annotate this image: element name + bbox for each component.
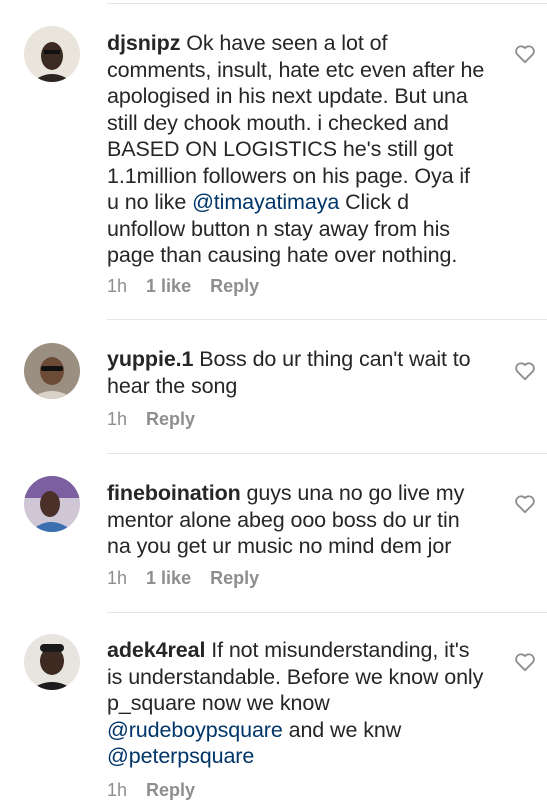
comment-body: Ok have seen a lot of comments, insult, … — [107, 31, 485, 214]
user-avatar-icon[interactable] — [24, 26, 80, 82]
user-avatar-icon[interactable] — [24, 343, 80, 399]
comment-body: and we knw — [282, 717, 402, 742]
reply-button[interactable]: Reply — [210, 568, 259, 588]
comment-username[interactable]: fineboination — [107, 481, 241, 505]
heart-icon[interactable] — [514, 494, 536, 514]
heart-icon[interactable] — [514, 361, 536, 381]
user-avatar-icon[interactable] — [24, 476, 80, 532]
comment-text: adek4real If not misunderstanding, it's … — [107, 637, 487, 770]
comment-username[interactable]: adek4real — [107, 638, 205, 662]
like-count[interactable]: 1 like — [146, 568, 191, 588]
mention-link[interactable]: @peterpsquare — [107, 744, 254, 768]
comment-divider — [107, 453, 547, 454]
comment-text: fineboination guys una no go live my men… — [107, 480, 487, 560]
comment-meta: 1h Reply — [107, 780, 209, 801]
like-count[interactable]: 1 like — [146, 276, 191, 296]
comment-time: 1h — [107, 276, 128, 296]
comment-time: 1h — [107, 780, 128, 800]
user-avatar-icon[interactable] — [24, 634, 80, 690]
heart-icon[interactable] — [514, 44, 536, 64]
comment-username[interactable]: yuppie.1 — [107, 347, 194, 371]
mention-link[interactable]: @timayatimaya — [192, 190, 339, 214]
comment-divider — [107, 319, 547, 320]
comment-text: yuppie.1 Boss do ur thing can't wait to … — [107, 346, 487, 399]
comment-meta: 1h Reply — [107, 409, 209, 430]
heart-icon[interactable] — [514, 652, 536, 672]
mention-link[interactable]: @rudeboypsquare — [107, 718, 283, 742]
reply-button[interactable]: Reply — [146, 780, 195, 800]
reply-button[interactable]: Reply — [210, 276, 259, 296]
comment-divider — [107, 612, 547, 613]
comment-time: 1h — [107, 568, 128, 588]
comment-time: 1h — [107, 409, 128, 429]
comment-text: djsnipz Ok have seen a lot of comments, … — [107, 30, 487, 269]
reply-button[interactable]: Reply — [146, 409, 195, 429]
comment-meta: 1h 1 like Reply — [107, 276, 273, 297]
comment-username[interactable]: djsnipz — [107, 31, 180, 55]
comment-meta: 1h 1 like Reply — [107, 568, 273, 589]
comment-divider — [107, 3, 547, 4]
